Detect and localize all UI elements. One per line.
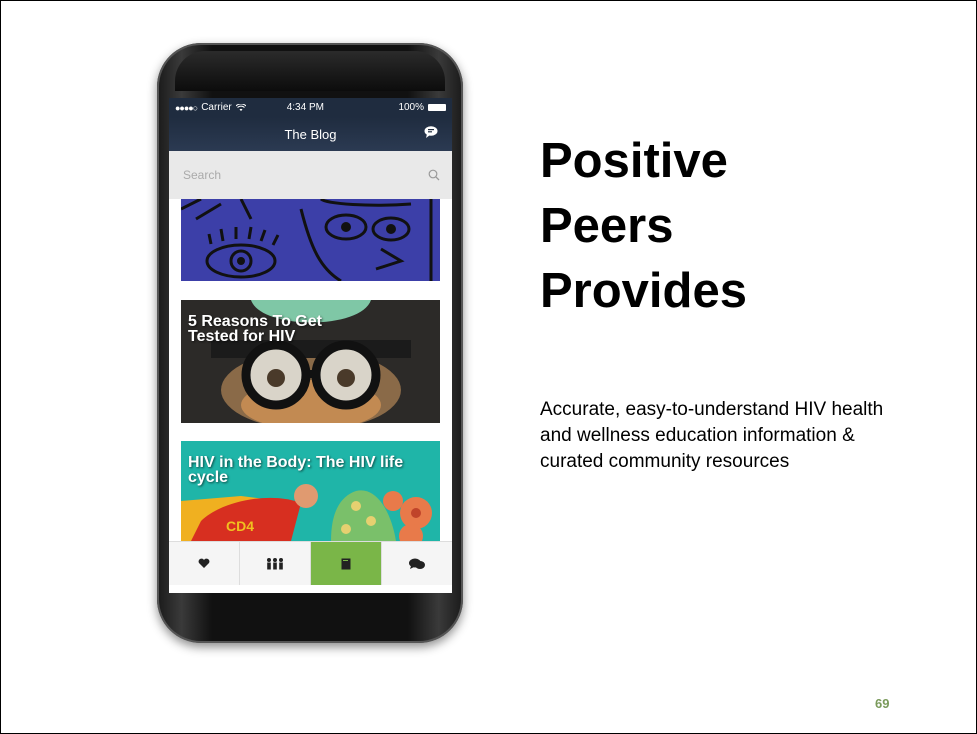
phone-mockup: ●●●●○ Carrier 4:34 PM 100% The Blog Sear… — [157, 43, 463, 643]
heart-icon — [198, 558, 210, 568]
tab-community[interactable] — [240, 542, 311, 585]
tab-chat[interactable] — [382, 542, 452, 585]
post-title: 5 Reasons To Get Tested for HIV — [188, 313, 322, 345]
search-input[interactable] — [181, 167, 428, 183]
post-title: HIV in the Body: The HIV life cycle — [188, 454, 404, 486]
nav-title: The Blog — [284, 126, 337, 142]
signal-icon: ●●●●○ — [175, 102, 198, 113]
slide-description: Accurate, easy-to-understand HIV health … — [540, 399, 884, 472]
chat-icon — [409, 558, 425, 569]
tab-bar — [169, 541, 452, 585]
blog-feed: 5 Reasons To Get Tested for HIV CD4 HIV … — [169, 199, 452, 541]
battery-icon — [428, 104, 447, 111]
heading-line: Provides — [540, 264, 747, 318]
phone-screen: ●●●●○ Carrier 4:34 PM 100% The Blog Sear… — [169, 98, 452, 593]
post-illustration — [181, 199, 440, 281]
slide-heading: Positive Peers Provides — [540, 129, 840, 324]
blog-post-card[interactable]: CD4 HIV in the Body: The HIV life cycle — [181, 441, 440, 541]
people-icon — [267, 557, 283, 569]
blog-post-card[interactable]: 5 Reasons To Get Tested for HIV — [181, 300, 440, 423]
blog-post-card[interactable] — [181, 199, 440, 281]
chat-bubble-icon[interactable] — [424, 126, 438, 138]
tab-blog[interactable] — [311, 542, 382, 585]
tab-favorites[interactable] — [169, 542, 240, 585]
status-time: 4:34 PM — [286, 102, 324, 113]
carrier-label: Carrier — [201, 102, 232, 113]
search-bar — [169, 151, 452, 199]
slide: ●●●●○ Carrier 4:34 PM 100% The Blog Sear… — [0, 0, 977, 734]
battery-percent: 100% — [398, 102, 425, 113]
search-icon[interactable] — [428, 169, 440, 181]
heading-line: Peers — [540, 199, 674, 253]
wifi-icon — [235, 103, 246, 111]
nav-bar: The Blog — [169, 117, 452, 151]
status-bar: ●●●●○ Carrier 4:34 PM 100% — [169, 98, 452, 117]
page-number: 69 — [875, 696, 890, 711]
heading-line: Positive — [540, 134, 728, 188]
phone-bezel-top — [175, 51, 445, 91]
svg-text:CD4: CD4 — [226, 518, 254, 534]
book-icon — [341, 558, 351, 569]
